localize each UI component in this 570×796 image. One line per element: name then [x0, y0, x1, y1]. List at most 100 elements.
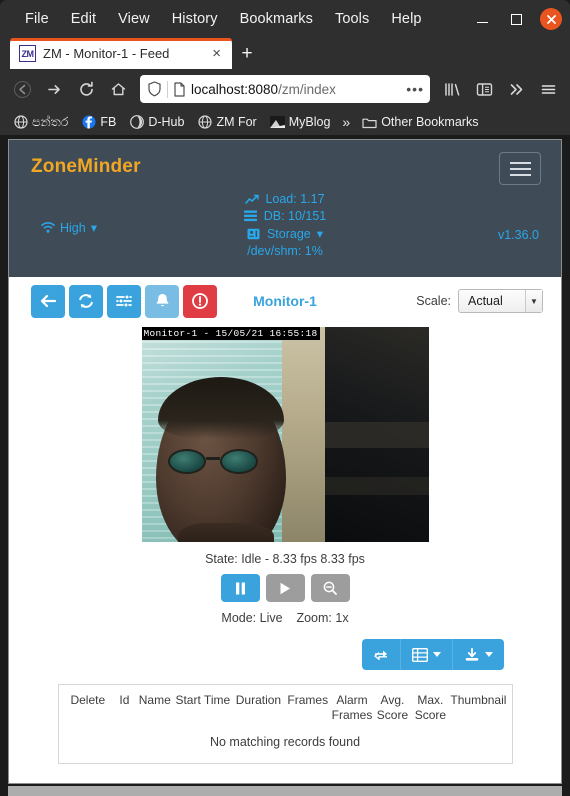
window-controls: [472, 0, 562, 38]
forward-icon[interactable]: [39, 74, 69, 104]
column-thumbnail[interactable]: Thumbnail: [449, 693, 507, 723]
table-icon: [412, 647, 428, 662]
column-visibility-button[interactable]: [401, 639, 453, 670]
status-load-label: Load: 1.17: [265, 192, 325, 206]
reload-icon[interactable]: [71, 74, 101, 104]
menu-edit[interactable]: Edit: [60, 8, 107, 30]
feed-zoom-label: Zoom: 1x: [296, 611, 349, 625]
events-empty-message: No matching records found: [209, 735, 361, 749]
zoom-out-button[interactable]: [310, 574, 350, 602]
feed-glasses-bridge: [205, 457, 220, 460]
image-icon: [269, 115, 285, 130]
menu-history[interactable]: History: [161, 8, 229, 30]
window-bottom-strip: [8, 786, 562, 796]
scale-value: Actual: [468, 294, 503, 308]
feed-state-label: State: Idle - 8.33 fps 8.33 fps: [205, 552, 365, 566]
menu-tools[interactable]: Tools: [324, 8, 380, 30]
burger-line: [509, 161, 531, 164]
bookmark-d-hub[interactable]: D-Hub: [124, 113, 189, 132]
monitor-action-buttons: [31, 284, 217, 318]
menu-bookmarks[interactable]: Bookmarks: [229, 8, 324, 30]
tab-strip: ZM ZM - Monitor-1 - Feed × +: [0, 38, 570, 69]
bookmark-zm-for[interactable]: ZM For: [192, 113, 261, 132]
status-db[interactable]: DB: 10/151: [244, 209, 326, 223]
column-id[interactable]: Id: [113, 693, 136, 723]
url-host: localhost:8080: [191, 81, 279, 97]
menu-view[interactable]: View: [107, 8, 161, 30]
feed-mode-line: Mode: Live Zoom: 1x: [221, 611, 348, 625]
back-button[interactable]: [31, 284, 65, 318]
force-alarm-button[interactable]: [183, 284, 217, 318]
menu-file[interactable]: File: [14, 8, 60, 30]
column-alarm-frames[interactable]: Alarm Frames: [331, 693, 374, 723]
export-button[interactable]: [453, 639, 504, 670]
back-icon[interactable]: [7, 74, 37, 104]
events-toolbar: [9, 625, 561, 670]
new-tab-button[interactable]: +: [232, 38, 262, 69]
bookmarks-overflow-icon[interactable]: »: [338, 114, 354, 130]
feed-glasses-right: [219, 449, 258, 474]
feed-shelf: [324, 477, 429, 495]
scale-control: Scale: Actual ▼: [416, 289, 543, 313]
zm-menu-toggle-button[interactable]: [499, 152, 541, 185]
refresh-events-button[interactable]: [362, 639, 401, 670]
tab-zm-monitor-1-feed[interactable]: ZM ZM - Monitor-1 - Feed ×: [10, 38, 232, 69]
url-text[interactable]: localhost:8080/zm/index: [191, 82, 401, 97]
page-icon: [173, 81, 186, 97]
column-max-score[interactable]: Max. Score: [411, 693, 449, 723]
events-button-group: [362, 639, 504, 670]
globe-dark-icon: [129, 115, 144, 130]
status-load[interactable]: Load: 1.17: [245, 192, 325, 206]
column-start-time[interactable]: Start Time: [174, 693, 232, 723]
url-divider: [167, 80, 168, 98]
tab-title: ZM - Monitor-1 - Feed: [43, 46, 170, 61]
minimize-button[interactable]: [472, 9, 492, 29]
refresh-button[interactable]: [69, 284, 103, 318]
overflow-chevron-icon[interactable]: [501, 74, 531, 104]
maximize-button[interactable]: [506, 9, 526, 29]
bookmark-label: FB: [100, 115, 117, 129]
play-button[interactable]: [265, 574, 305, 602]
feed-shelf: [324, 422, 429, 448]
scale-label: Scale:: [416, 294, 451, 308]
shield-icon[interactable]: [147, 81, 162, 97]
bookmark-fb[interactable]: FB: [76, 113, 121, 132]
column-name[interactable]: Name: [136, 693, 174, 723]
bookmark-label: ZM For: [216, 115, 257, 129]
chevron-down-icon: ▼: [525, 290, 542, 312]
column-delete[interactable]: Delete: [63, 693, 114, 723]
home-icon[interactable]: [103, 74, 133, 104]
sidebar-icon[interactable]: [469, 74, 499, 104]
status-storage[interactable]: Storage ▾: [247, 226, 323, 241]
zoneminder-logo[interactable]: ZoneMinder: [31, 156, 141, 178]
zm-favicon: ZM: [19, 45, 36, 62]
browser-window: File Edit View History Bookmarks Tools H…: [0, 0, 570, 796]
settings-sliders-button[interactable]: [107, 284, 141, 318]
globe-icon: [13, 115, 28, 130]
alarm-bell-button[interactable]: [145, 284, 179, 318]
bookmark-panthara[interactable]: පන්තර: [8, 113, 73, 132]
status-storage-label: Storage: [266, 226, 311, 241]
hamburger-menu-icon[interactable]: [533, 74, 563, 104]
bookmark-label: Other Bookmarks: [381, 115, 479, 129]
events-table: Delete Id Name Start Time Duration Frame…: [57, 684, 513, 764]
chevron-down-icon: [485, 652, 493, 657]
column-frames[interactable]: Frames: [285, 693, 331, 723]
menu-help[interactable]: Help: [380, 8, 432, 30]
url-bar[interactable]: localhost:8080/zm/index •••: [140, 75, 430, 103]
close-button[interactable]: [540, 8, 562, 30]
bookmark-other-bookmarks[interactable]: Other Bookmarks: [357, 113, 483, 132]
download-icon: [464, 647, 480, 662]
page-actions-icon[interactable]: •••: [406, 81, 424, 97]
bookmark-myblog[interactable]: MyBlog: [265, 113, 336, 132]
pause-button[interactable]: [220, 574, 260, 602]
scale-select[interactable]: Actual ▼: [458, 289, 543, 313]
tab-close-icon[interactable]: ×: [209, 45, 224, 62]
chevron-down-icon: ▾: [316, 227, 324, 241]
column-avg-score[interactable]: Avg. Score: [373, 693, 411, 723]
status-shm-label: /dev/shm: 1%: [247, 244, 323, 258]
column-duration[interactable]: Duration: [232, 693, 285, 723]
library-icon[interactable]: [437, 74, 467, 104]
globe-icon: [197, 115, 212, 130]
live-video-feed[interactable]: Monitor-1 - 15/05/21 16:55:18: [141, 327, 429, 542]
